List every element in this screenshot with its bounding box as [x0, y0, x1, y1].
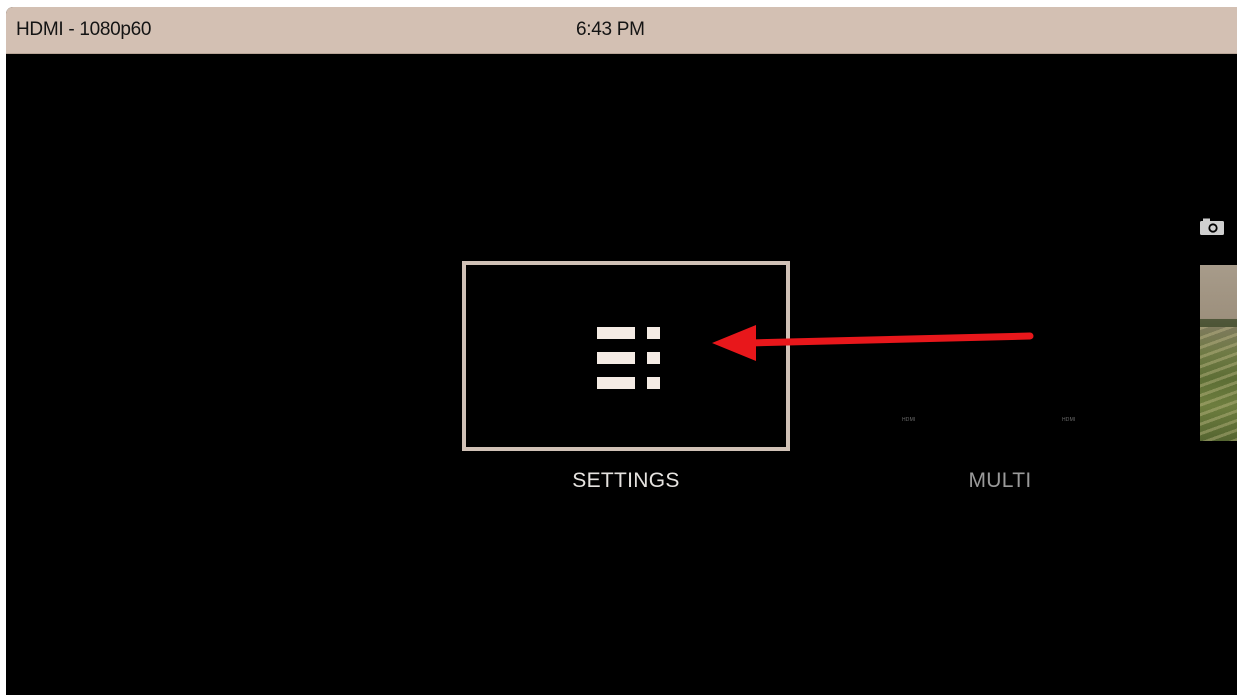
settings-list-icon	[597, 327, 661, 389]
capture-thumbnail[interactable]	[1200, 265, 1237, 441]
clock: 6:43 PM	[576, 19, 645, 40]
camera-icon[interactable]	[1199, 218, 1225, 236]
multi-mini-label: HDMI	[902, 417, 916, 423]
status-bar: HDMI - 1080p60 6:43 PM	[6, 7, 1237, 54]
input-format: HDMI - 1080p60	[16, 19, 152, 40]
multi-label: MULTI	[968, 469, 1032, 492]
multi-mini-label: HDMI	[1062, 417, 1076, 423]
settings-label: SETTINGS	[572, 469, 680, 492]
red-arrow-icon	[712, 325, 1034, 361]
monitor-screen: HDMI - 1080p60 6:43 PM SETTINGS HDMI HDM…	[6, 7, 1237, 695]
